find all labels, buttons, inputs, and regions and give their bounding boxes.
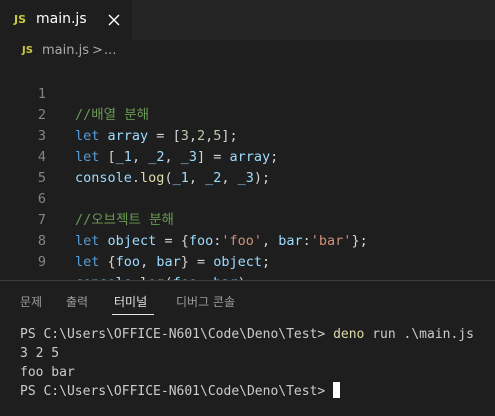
punctuation: ; <box>262 254 271 270</box>
code-line: 5 <box>0 147 495 186</box>
close-icon[interactable] <box>104 10 124 30</box>
javascript-file-icon: JS <box>22 45 33 56</box>
variable: foo <box>115 254 141 270</box>
tab-main-js[interactable]: JS main.js <box>0 0 132 40</box>
bottom-panel: 문제 출력 터미널 디버그 콘솔 PS C:\Users\OFFICE-N601… <box>0 280 495 416</box>
operator: } = <box>180 254 214 270</box>
code-line: 7 let object = {foo:'foo', bar:'bar'}; <box>0 189 495 249</box>
tab-title: main.js <box>36 11 87 27</box>
variable: bar <box>156 254 181 270</box>
line-number: 9 <box>37 254 46 270</box>
code-line: 6 //오브젝트 분해 <box>0 168 495 228</box>
breadcrumb-file[interactable]: main.js <box>42 43 89 58</box>
terminal-line: PS C:\Users\OFFICE-N601\Code\Deno\Test> … <box>20 325 474 344</box>
tab-problems[interactable]: 문제 <box>20 293 42 310</box>
punctuation: , <box>140 254 157 270</box>
variable: object <box>213 254 263 270</box>
code-line: 8 let {foo, bar} = object; <box>0 210 495 270</box>
tab-debug-console[interactable]: 디버그 콘솔 <box>176 293 235 310</box>
code-line: 1 //배열 분해 <box>0 63 495 123</box>
code-line: 3 let [_1, _2, _3] = array; <box>0 105 495 165</box>
terminal-prompt: PS C:\Users\OFFICE-N601\Code\Deno\Test> <box>20 384 326 399</box>
code-content: let {foo, bar} = object; <box>75 252 270 273</box>
terminal-args: run .\main.js <box>364 327 474 342</box>
javascript-file-icon: JS <box>14 13 27 26</box>
terminal-output: 3 2 5 <box>20 346 60 361</box>
code-line: 9 console.log(foo, bar); <box>0 231 495 291</box>
editor-tab-bar: JS main.js <box>0 0 495 40</box>
active-tab-indicator <box>112 314 154 315</box>
breadcrumb-more[interactable]: ... <box>104 43 116 58</box>
keyword: let <box>75 254 100 270</box>
terminal-output: foo bar <box>20 365 75 380</box>
terminal-prompt: PS C:\Users\OFFICE-N601\Code\Deno\Test> <box>20 327 334 342</box>
code-line: 2 let array = [3,2,5]; <box>0 84 495 144</box>
code-line: 4 console.log(_1, _2, _3); <box>0 126 495 186</box>
punctuation: { <box>107 254 116 270</box>
tab-terminal[interactable]: 터미널 <box>114 293 147 310</box>
terminal-command: deno <box>333 327 365 342</box>
terminal-cursor <box>333 382 341 398</box>
terminal-line[interactable]: PS C:\Users\OFFICE-N601\Code\Deno\Test> <box>20 382 341 401</box>
code-editor[interactable]: 1 //배열 분해 2 let array = [3,2,5]; 3 let [… <box>0 62 495 291</box>
breadcrumb: JS main.js > ... <box>0 40 495 62</box>
tab-output[interactable]: 출력 <box>66 293 88 310</box>
chevron-right-icon: > <box>92 43 103 58</box>
